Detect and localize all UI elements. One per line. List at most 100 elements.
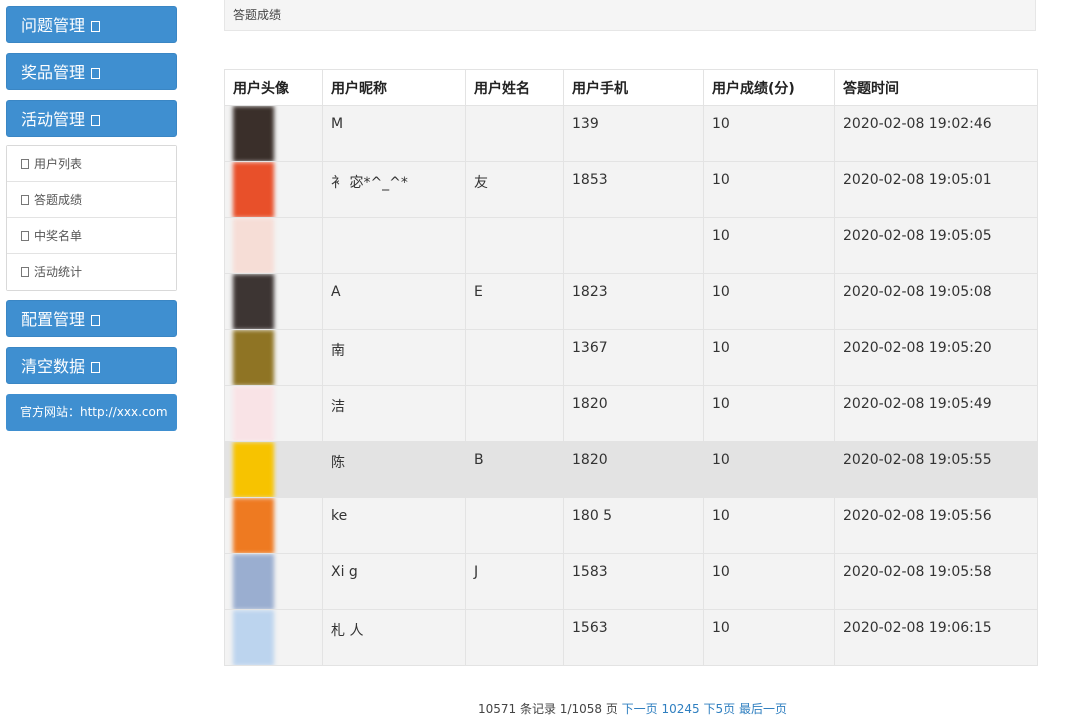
official-site-link[interactable]: 官方网站：http://xxx.com: [6, 394, 177, 431]
cell-avatar: [224, 161, 323, 218]
cell-nickname: M: [322, 105, 466, 162]
cell-phone: 1563: [563, 609, 704, 666]
pagination-page-input[interactable]: 10245: [662, 702, 700, 716]
cell-name: [465, 217, 564, 274]
cell-score: 10: [703, 273, 835, 330]
submenu-bullet-icon: [21, 231, 29, 241]
cell-nickname: 札 人: [322, 609, 466, 666]
submenu-label: 中奖名单: [34, 229, 83, 243]
table-row: M 139 10 2020-02-08 19:02:46: [224, 105, 1038, 162]
table-row: 南 1367 10 2020-02-08 19:05:20: [224, 329, 1038, 386]
cell-score: 10: [703, 497, 835, 554]
submenu-bullet-icon: [21, 195, 29, 205]
cell-avatar: [224, 329, 323, 386]
avatar: [233, 610, 274, 665]
submenu-label: 答题成绩: [34, 193, 83, 207]
cell-score: 10: [703, 609, 835, 666]
menu-label: 奖品管理: [21, 63, 86, 82]
submenu-user-list[interactable]: 用户列表: [7, 146, 176, 182]
cell-name: [465, 497, 564, 554]
cell-name: 友: [465, 161, 564, 218]
menu-expand-icon: [91, 362, 101, 373]
pagination-next-5[interactable]: 下5页: [704, 702, 736, 716]
cell-avatar: [224, 385, 323, 442]
table-row: ke 180 5 10 2020-02-08 19:05:56: [224, 497, 1038, 554]
menu-label: 问题管理: [21, 16, 86, 35]
header-score: 用户成绩(分): [703, 69, 835, 106]
submenu-label: 活动统计: [34, 265, 83, 279]
cell-nickname: A: [322, 273, 466, 330]
header-name: 用户姓名: [465, 69, 564, 106]
submenu-winner-list[interactable]: 中奖名单: [7, 218, 176, 254]
table-body: M 139 10 2020-02-08 19:02:46 衤 宓*^_^* 友 1853 10…: [224, 105, 1038, 666]
cell-name: [465, 329, 564, 386]
cell-time: 2020-02-08 19:05:08: [834, 273, 1038, 330]
cell-name: E: [465, 273, 564, 330]
scores-table: 用户头像 用户昵称 用户姓名 用户手机 用户成绩(分) 答题时间 M 139 10 2…: [224, 69, 1038, 666]
breadcrumb-current: 答题成绩: [233, 8, 282, 22]
cell-avatar: [224, 497, 323, 554]
header-phone: 用户手机: [563, 69, 704, 106]
cell-time: 2020-02-08 19:05:49: [834, 385, 1038, 442]
table-row: Xi g J 1583 10 2020-02-08 19:05:58: [224, 553, 1038, 610]
menu-config-management[interactable]: 配置管理: [6, 300, 177, 337]
table-row: 10 2020-02-08 19:05:05: [224, 217, 1038, 274]
sidebar: 问题管理 奖品管理 活动管理 用户列表 答题成绩 中奖名单 活动统计 配置管理 …: [6, 6, 177, 431]
pagination-next[interactable]: 下一页: [622, 702, 658, 716]
cell-time: 2020-02-08 19:05:01: [834, 161, 1038, 218]
cell-nickname: 衤 宓*^_^*: [322, 161, 466, 218]
cell-score: 10: [703, 105, 835, 162]
cell-name: J: [465, 553, 564, 610]
header-nickname: 用户昵称: [322, 69, 466, 106]
table-row: 洁 1820 10 2020-02-08 19:05:49: [224, 385, 1038, 442]
cell-score: 10: [703, 161, 835, 218]
cell-phone: 139: [563, 105, 704, 162]
avatar: [233, 498, 274, 553]
submenu-bullet-icon: [21, 267, 29, 277]
table-row: 札 人 1563 10 2020-02-08 19:06:15: [224, 609, 1038, 666]
cell-name: [465, 609, 564, 666]
cell-time: 2020-02-08 19:02:46: [834, 105, 1038, 162]
table-row: 陈 B 1820 10 2020-02-08 19:05:55: [224, 441, 1038, 498]
cell-nickname: 南: [322, 329, 466, 386]
menu-clear-data[interactable]: 清空数据: [6, 347, 177, 384]
header-avatar: 用户头像: [224, 69, 323, 106]
cell-avatar: [224, 553, 323, 610]
cell-nickname: [322, 217, 466, 274]
menu-expand-icon: [91, 115, 101, 126]
header-time: 答题时间: [834, 69, 1038, 106]
table-row: 衤 宓*^_^* 友 1853 10 2020-02-08 19:05:01: [224, 161, 1038, 218]
cell-avatar: [224, 105, 323, 162]
avatar: [233, 442, 274, 497]
menu-expand-icon: [91, 21, 101, 32]
cell-name: B: [465, 441, 564, 498]
avatar: [233, 386, 274, 441]
pagination-last[interactable]: 最后一页: [739, 702, 787, 716]
breadcrumb: 答题成绩: [224, 0, 1036, 31]
cell-phone: 1367: [563, 329, 704, 386]
cell-nickname: Xi g: [322, 553, 466, 610]
avatar: [233, 106, 274, 161]
cell-time: 2020-02-08 19:05:20: [834, 329, 1038, 386]
menu-question-management[interactable]: 问题管理: [6, 6, 177, 43]
submenu-quiz-scores[interactable]: 答题成绩: [7, 182, 176, 218]
cell-phone: 1823: [563, 273, 704, 330]
cell-phone: 1820: [563, 385, 704, 442]
cell-nickname: 洁: [322, 385, 466, 442]
submenu-bullet-icon: [21, 159, 29, 169]
cell-score: 10: [703, 553, 835, 610]
cell-time: 2020-02-08 19:05:56: [834, 497, 1038, 554]
cell-score: 10: [703, 385, 835, 442]
cell-nickname: ke: [322, 497, 466, 554]
cell-time: 2020-02-08 19:06:15: [834, 609, 1038, 666]
menu-prize-management[interactable]: 奖品管理: [6, 53, 177, 90]
cell-score: 10: [703, 329, 835, 386]
avatar: [233, 554, 274, 609]
avatar: [233, 162, 274, 217]
table-row: A E 1823 10 2020-02-08 19:05:08: [224, 273, 1038, 330]
cell-name: [465, 105, 564, 162]
submenu-activity-stats[interactable]: 活动统计: [7, 254, 176, 290]
cell-nickname: 陈: [322, 441, 466, 498]
menu-label: 配置管理: [21, 310, 86, 329]
menu-activity-management[interactable]: 活动管理: [6, 100, 177, 137]
